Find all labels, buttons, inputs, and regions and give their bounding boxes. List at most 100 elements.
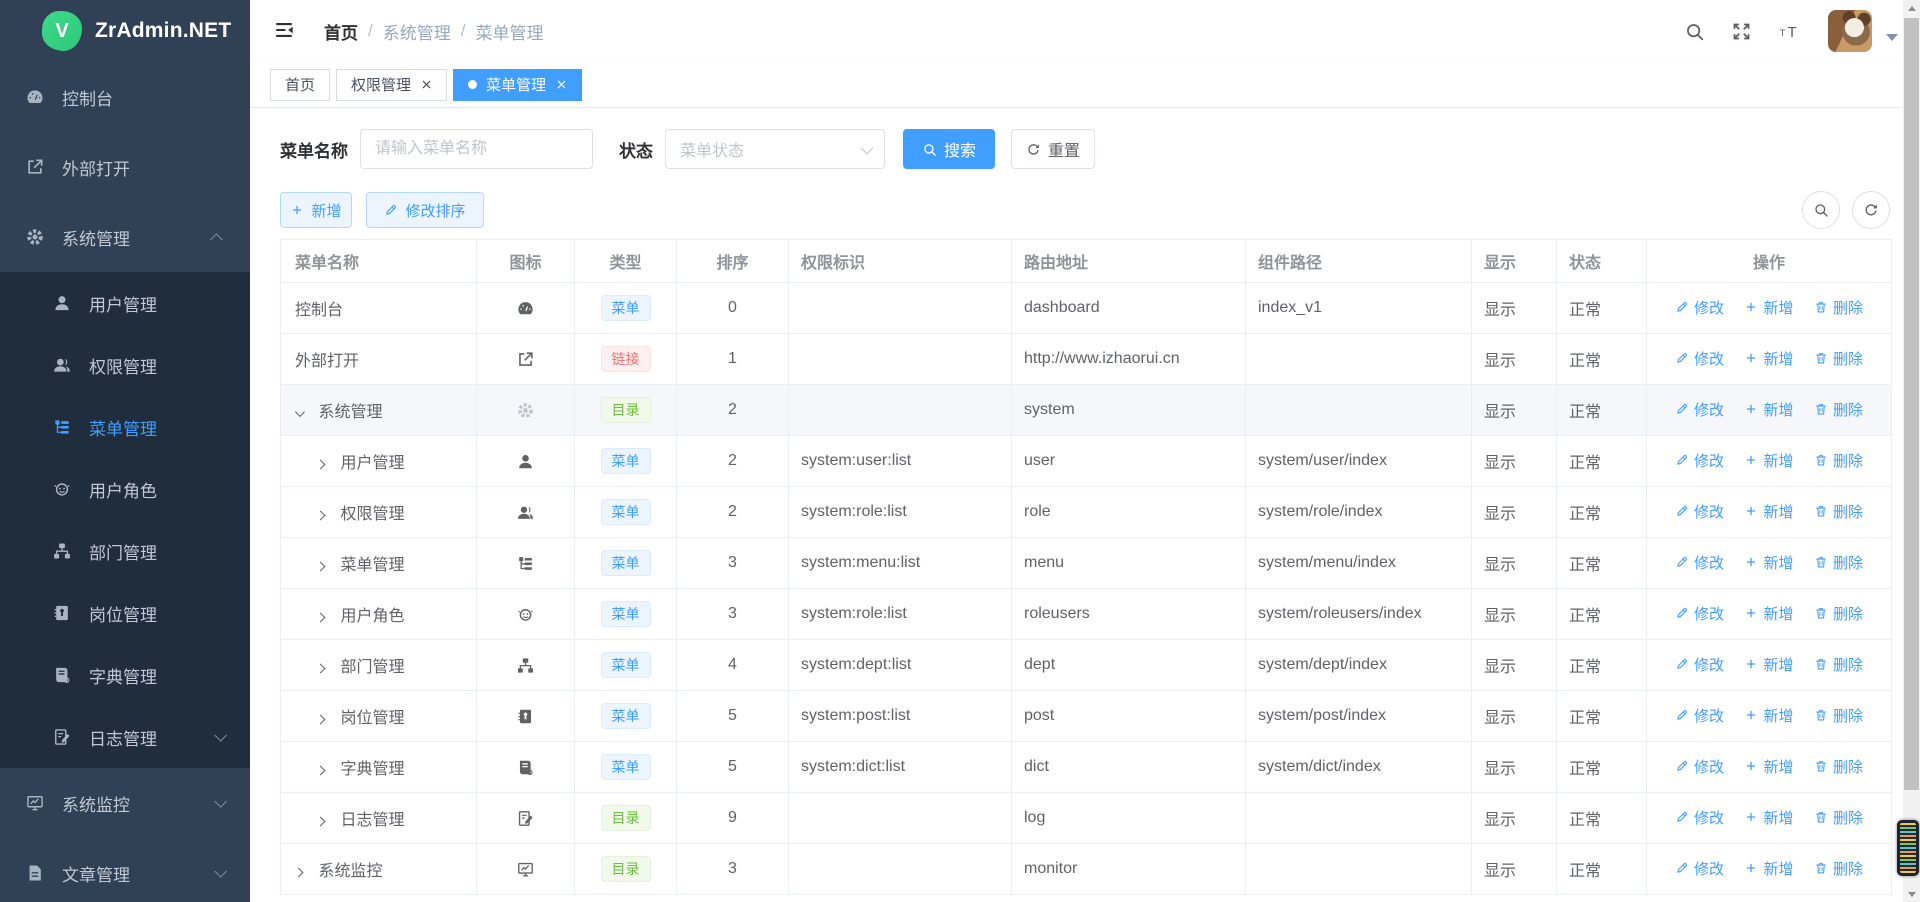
edit-action[interactable]: 修改 (1675, 348, 1724, 369)
add-button[interactable]: 新增 (280, 192, 352, 228)
breadcrumb-item[interactable]: 系统管理 (383, 19, 451, 44)
add-action[interactable]: 新增 (1744, 756, 1793, 777)
add-action[interactable]: 新增 (1744, 501, 1793, 522)
delete-action[interactable]: 删除 (1814, 705, 1863, 726)
table-search-toggle-button[interactable] (1802, 191, 1840, 229)
sidebar-item[interactable]: 菜单管理 (0, 396, 250, 458)
sidebar-fold-icon[interactable] (272, 19, 296, 43)
caret-down-icon[interactable] (1886, 34, 1898, 41)
sidebar-item[interactable]: 字典管理 (0, 644, 250, 706)
sidebar-item[interactable]: 用户角色 (0, 458, 250, 520)
table-row[interactable]: 部门管理 菜单 4 system:dept:list dept syst (281, 640, 1892, 691)
expand-arrow-icon[interactable] (316, 817, 326, 827)
edit-action[interactable]: 修改 (1675, 399, 1724, 420)
expand-arrow-icon[interactable] (316, 511, 326, 521)
font-size-icon[interactable] (1778, 21, 1804, 42)
table-row[interactable]: 岗位管理 菜单 5 system:post:list post syst (281, 691, 1892, 742)
delete-action[interactable]: 删除 (1814, 603, 1863, 624)
expand-arrow-icon[interactable] (316, 715, 326, 725)
table-refresh-button[interactable] (1852, 191, 1890, 229)
sidebar-item[interactable]: 日志管理 (0, 706, 250, 768)
edit-action[interactable]: 修改 (1675, 858, 1724, 879)
reset-button-label: 重置 (1048, 137, 1080, 161)
add-action[interactable]: 新增 (1744, 705, 1793, 726)
delete-action[interactable]: 删除 (1814, 348, 1863, 369)
edit-sort-button[interactable]: 修改排序 (366, 192, 484, 228)
fullscreen-icon[interactable] (1731, 21, 1752, 42)
add-action[interactable]: 新增 (1744, 654, 1793, 675)
table-row[interactable]: 外部打开 链接 1 http://www.izhaorui.cn (281, 334, 1892, 385)
vertical-scrollbar[interactable] (1903, 0, 1920, 902)
expand-arrow-icon[interactable] (316, 562, 326, 572)
table-row[interactable]: 字典管理 菜单 5 system:dict:list dict syst (281, 742, 1892, 793)
delete-action[interactable]: 删除 (1814, 654, 1863, 675)
tab[interactable]: 菜单管理 (453, 69, 582, 101)
tab[interactable]: 首页 (270, 69, 330, 101)
table-row[interactable]: 控制台 菜单 0 dashboard index_v1 (281, 283, 1892, 334)
expand-arrow-icon[interactable] (316, 766, 326, 776)
sidebar-item[interactable]: 系统管理 (0, 202, 250, 272)
sidebar-item[interactable]: 控制台 (0, 62, 250, 132)
user-avatar[interactable] (1828, 10, 1872, 52)
sidebar-item[interactable]: 权限管理 (0, 334, 250, 396)
search-icon[interactable] (1684, 21, 1705, 42)
expand-arrow-icon[interactable] (316, 664, 326, 674)
sidebar-item[interactable]: 系统监控 (0, 768, 250, 838)
delete-action[interactable]: 删除 (1814, 807, 1863, 828)
search-button[interactable]: 搜索 (903, 129, 995, 169)
expand-arrow-icon[interactable] (294, 868, 304, 878)
add-action[interactable]: 新增 (1744, 348, 1793, 369)
add-action[interactable]: 新增 (1744, 450, 1793, 471)
edit-action[interactable]: 修改 (1675, 450, 1724, 471)
table-row[interactable]: 系统监控 目录 3 monitor 显示 (281, 844, 1892, 895)
delete-action[interactable]: 删除 (1814, 756, 1863, 777)
table-row[interactable]: 菜单管理 菜单 3 system:menu:list menu syst (281, 538, 1892, 589)
add-action[interactable]: 新增 (1744, 399, 1793, 420)
expand-arrow-icon[interactable] (316, 613, 326, 623)
add-action[interactable]: 新增 (1744, 807, 1793, 828)
close-icon[interactable] (421, 79, 432, 90)
edit-action[interactable]: 修改 (1675, 552, 1724, 573)
close-icon[interactable] (556, 79, 567, 90)
table-row[interactable]: 日志管理 目录 9 log 显示 (281, 793, 1892, 844)
table-row[interactable]: 系统管理 目录 2 system 显示 (281, 385, 1892, 436)
sidebar-item[interactable]: 部门管理 (0, 520, 250, 582)
add-action[interactable]: 新增 (1744, 858, 1793, 879)
row-actions: 修改 新增 删除 (1647, 385, 1892, 436)
sidebar-item[interactable]: 文章管理 (0, 838, 250, 902)
edit-action[interactable]: 修改 (1675, 654, 1724, 675)
delete-action[interactable]: 删除 (1814, 858, 1863, 879)
expand-arrow-icon[interactable] (316, 460, 326, 470)
table-row[interactable]: 权限管理 菜单 2 system:role:list role syst (281, 487, 1892, 538)
status-select[interactable]: 菜单状态 (665, 129, 885, 169)
add-action[interactable]: 新增 (1744, 552, 1793, 573)
sort-cell: 2 (677, 487, 789, 538)
delete-action[interactable]: 删除 (1814, 399, 1863, 420)
type-tag: 目录 (601, 397, 651, 423)
add-action[interactable]: 新增 (1744, 603, 1793, 624)
sidebar-item[interactable]: 用户管理 (0, 272, 250, 334)
tab[interactable]: 权限管理 (336, 69, 447, 101)
menu-name-input[interactable] (360, 129, 593, 169)
add-action[interactable]: 新增 (1744, 297, 1793, 318)
breadcrumb-home[interactable]: 首页 (324, 19, 358, 44)
delete-action[interactable]: 删除 (1814, 501, 1863, 522)
edit-action[interactable]: 修改 (1675, 705, 1724, 726)
scrollbar-thumb[interactable] (1904, 18, 1919, 790)
table-row[interactable]: 用户角色 菜单 3 system:role:list roleusers (281, 589, 1892, 640)
edit-action[interactable]: 修改 (1675, 807, 1724, 828)
scroll-up-arrow[interactable] (1903, 0, 1920, 16)
sidebar-item[interactable]: 岗位管理 (0, 582, 250, 644)
edit-action[interactable]: 修改 (1675, 501, 1724, 522)
edit-action[interactable]: 修改 (1675, 603, 1724, 624)
delete-action[interactable]: 删除 (1814, 552, 1863, 573)
reset-button[interactable]: 重置 (1011, 129, 1095, 169)
edit-action[interactable]: 修改 (1675, 297, 1724, 318)
scroll-down-arrow[interactable] (1903, 886, 1920, 902)
edit-action[interactable]: 修改 (1675, 756, 1724, 777)
sidebar-item[interactable]: 外部打开 (0, 132, 250, 202)
delete-action[interactable]: 删除 (1814, 450, 1863, 471)
table-row[interactable]: 用户管理 菜单 2 system:user:list user syst (281, 436, 1892, 487)
delete-action[interactable]: 删除 (1814, 297, 1863, 318)
expand-arrow-icon[interactable] (295, 407, 305, 417)
